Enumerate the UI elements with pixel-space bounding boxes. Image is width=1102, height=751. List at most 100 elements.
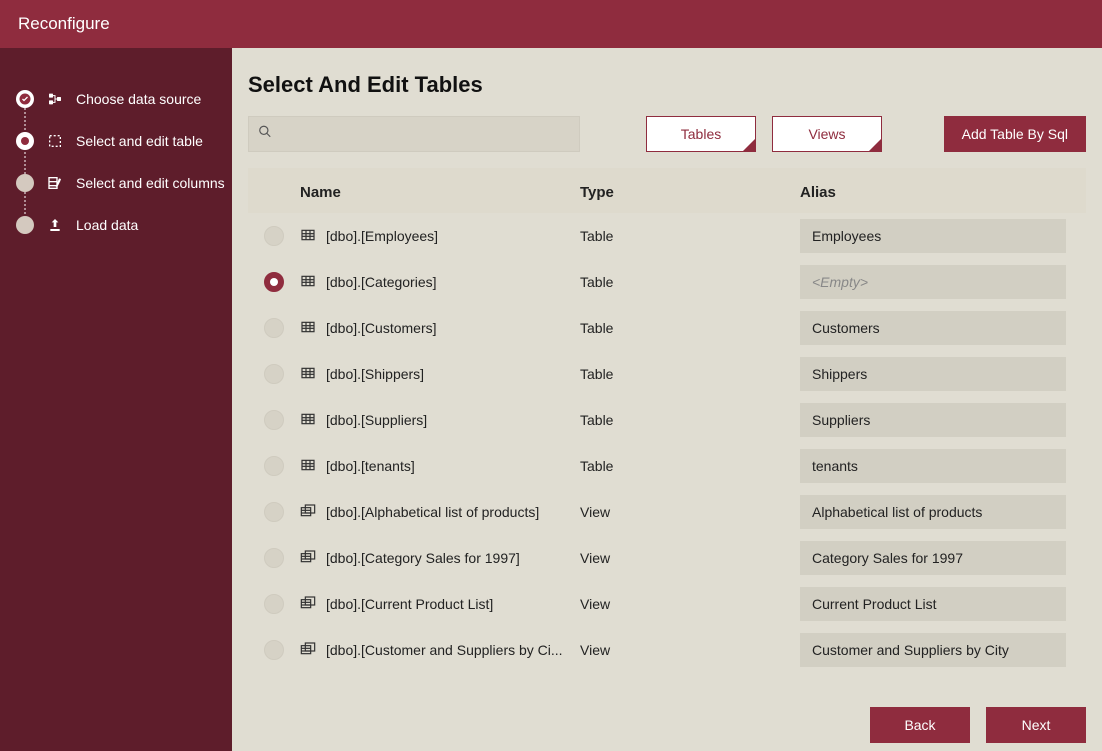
alias-input[interactable] xyxy=(800,587,1066,621)
search-input[interactable] xyxy=(248,116,580,152)
table-row[interactable]: [dbo].[Customer and Suppliers by Ci...Vi… xyxy=(248,627,1086,673)
row-radio[interactable] xyxy=(264,502,284,522)
alias-input[interactable] xyxy=(800,495,1066,529)
table-icon xyxy=(300,365,318,383)
alias-input[interactable] xyxy=(800,265,1066,299)
alias-input[interactable] xyxy=(800,311,1066,345)
app-window: Reconfigure Choose data source Select and… xyxy=(0,0,1102,751)
view-icon xyxy=(300,595,318,613)
table-area: Name Type Alias [dbo].[Employees]Table[d… xyxy=(232,168,1102,699)
col-header-type: Type xyxy=(580,184,800,201)
table-header: Name Type Alias xyxy=(248,168,1086,213)
alias-input[interactable] xyxy=(800,219,1066,253)
titlebar: Reconfigure xyxy=(0,0,1102,48)
datasource-icon xyxy=(46,90,64,108)
search-wrap xyxy=(248,116,580,152)
columns-icon xyxy=(46,174,64,192)
filter-views-button[interactable]: Views xyxy=(772,116,882,152)
table-row[interactable]: [dbo].[tenants]Table xyxy=(248,443,1086,489)
row-type: View xyxy=(580,642,800,658)
step-indicator xyxy=(16,132,34,150)
table-row[interactable]: [dbo].[Employees]Table xyxy=(248,213,1086,259)
row-radio[interactable] xyxy=(264,640,284,660)
row-radio[interactable] xyxy=(264,272,284,292)
row-radio[interactable] xyxy=(264,456,284,476)
step-list: Choose data source Select and edit table S… xyxy=(0,78,232,246)
alias-input[interactable] xyxy=(800,357,1066,391)
upload-icon xyxy=(46,216,64,234)
footer: Back Next xyxy=(232,699,1102,751)
alias-input[interactable] xyxy=(800,449,1066,483)
row-type: View xyxy=(580,596,800,612)
table-icon xyxy=(300,273,318,291)
step-label: Select and edit table xyxy=(76,133,203,149)
filter-tables-button[interactable]: Tables xyxy=(646,116,756,152)
row-name: [dbo].[tenants] xyxy=(326,458,580,474)
wizard-step-2[interactable]: Select and edit columns xyxy=(0,162,232,204)
row-name: [dbo].[Customers] xyxy=(326,320,580,336)
row-radio[interactable] xyxy=(264,548,284,568)
table-row[interactable]: [dbo].[Alphabetical list of products]Vie… xyxy=(248,489,1086,535)
row-radio[interactable] xyxy=(264,318,284,338)
row-name: [dbo].[Category Sales for 1997] xyxy=(326,550,580,566)
add-table-by-sql-button[interactable]: Add Table By Sql xyxy=(944,116,1086,152)
table-row[interactable]: [dbo].[Suppliers]Table xyxy=(248,397,1086,443)
row-name: [dbo].[Alphabetical list of products] xyxy=(326,504,580,520)
col-header-name: Name xyxy=(300,184,580,201)
search-icon xyxy=(258,125,272,144)
step-label: Choose data source xyxy=(76,91,201,107)
wizard-step-0[interactable]: Choose data source xyxy=(0,78,232,120)
row-type: View xyxy=(580,504,800,520)
table-row[interactable]: [dbo].[Customers]Table xyxy=(248,305,1086,351)
table-icon xyxy=(300,411,318,429)
alias-input[interactable] xyxy=(800,541,1066,575)
step-indicator xyxy=(16,90,34,108)
row-name: [dbo].[Shippers] xyxy=(326,366,580,382)
row-type: Table xyxy=(580,366,800,382)
row-alias-cell xyxy=(800,311,1066,345)
row-radio[interactable] xyxy=(264,364,284,384)
wizard-step-3[interactable]: Load data xyxy=(0,204,232,246)
step-indicator xyxy=(16,174,34,192)
body: Choose data source Select and edit table S… xyxy=(0,48,1102,751)
row-radio[interactable] xyxy=(264,594,284,614)
table-row[interactable]: [dbo].[Shippers]Table xyxy=(248,351,1086,397)
row-alias-cell xyxy=(800,449,1066,483)
col-header-alias: Alias xyxy=(800,184,1066,201)
table-row[interactable]: [dbo].[Category Sales for 1997]View xyxy=(248,535,1086,581)
row-radio[interactable] xyxy=(264,410,284,430)
row-type: Table xyxy=(580,458,800,474)
wizard-step-1[interactable]: Select and edit table xyxy=(0,120,232,162)
row-alias-cell xyxy=(800,265,1066,299)
table-icon xyxy=(300,457,318,475)
view-icon xyxy=(300,503,318,521)
toolbar: Tables Views Add Table By Sql xyxy=(232,116,1102,168)
step-indicator xyxy=(16,216,34,234)
wizard-sidebar: Choose data source Select and edit table S… xyxy=(0,48,232,751)
row-name: [dbo].[Suppliers] xyxy=(326,412,580,428)
row-alias-cell xyxy=(800,633,1066,667)
alias-input[interactable] xyxy=(800,633,1066,667)
alias-input[interactable] xyxy=(800,403,1066,437)
table-icon xyxy=(300,227,318,245)
row-alias-cell xyxy=(800,219,1066,253)
row-type: View xyxy=(580,550,800,566)
row-radio[interactable] xyxy=(264,226,284,246)
next-button[interactable]: Next xyxy=(986,707,1086,743)
row-name: [dbo].[Current Product List] xyxy=(326,596,580,612)
row-alias-cell xyxy=(800,587,1066,621)
row-type: Table xyxy=(580,412,800,428)
view-icon xyxy=(300,641,318,659)
window-title: Reconfigure xyxy=(18,14,110,34)
main-panel: Select And Edit Tables Tables Views Add … xyxy=(232,48,1102,751)
back-button[interactable]: Back xyxy=(870,707,970,743)
row-alias-cell xyxy=(800,403,1066,437)
table-icon xyxy=(300,319,318,337)
table-row[interactable]: [dbo].[Categories]Table xyxy=(248,259,1086,305)
row-type: Table xyxy=(580,228,800,244)
row-alias-cell xyxy=(800,495,1066,529)
table-row[interactable]: [dbo].[Current Product List]View xyxy=(248,581,1086,627)
row-name: [dbo].[Employees] xyxy=(326,228,580,244)
row-type: Table xyxy=(580,274,800,290)
table-rows[interactable]: [dbo].[Employees]Table[dbo].[Categories]… xyxy=(248,213,1086,673)
